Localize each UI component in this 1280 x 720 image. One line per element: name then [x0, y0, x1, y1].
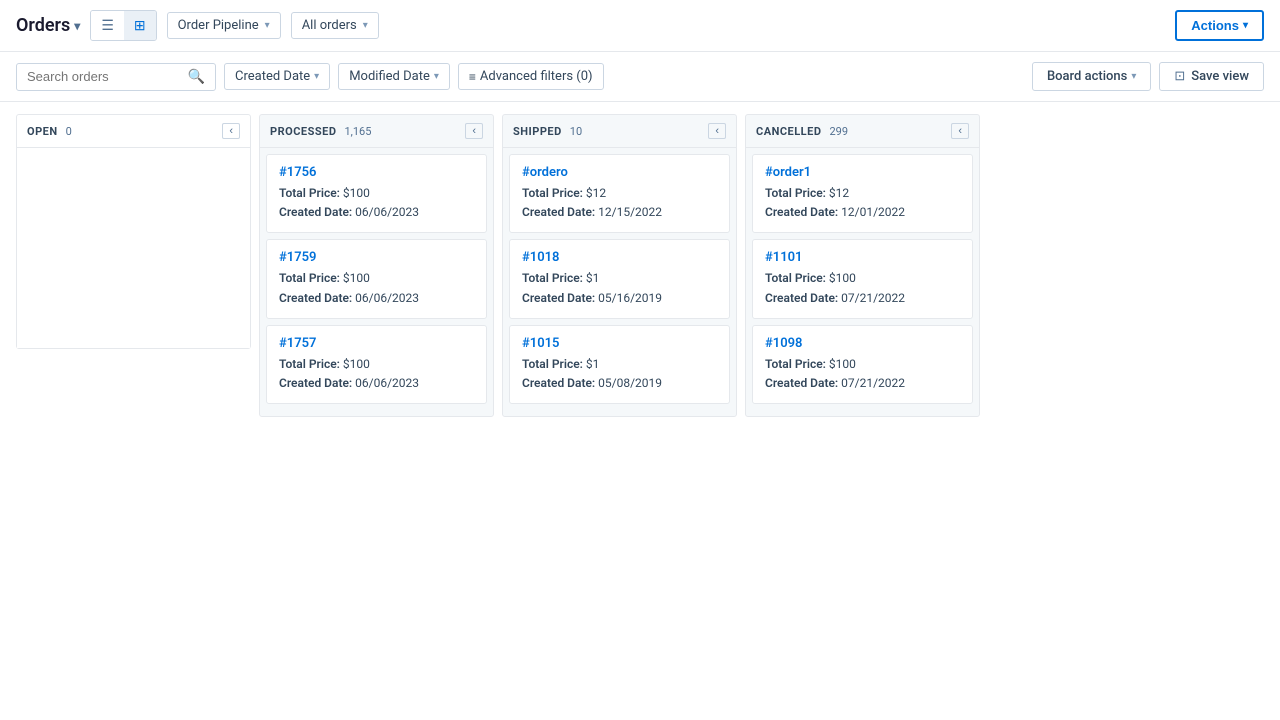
order-created-date: Created Date: 12/15/2022: [522, 203, 717, 222]
column-header-processed: PROCESSED 1,165 ‹: [260, 115, 493, 148]
column-header-open: OPEN 0 ‹: [17, 115, 250, 148]
order-card[interactable]: #1098 Total Price: $100Created Date: 07/2…: [752, 325, 973, 404]
order-total-price: Total Price: $12: [522, 184, 717, 203]
column-count-shipped: 10: [570, 125, 582, 138]
collapse-button-processed[interactable]: ‹: [465, 123, 483, 139]
order-created-date: Created Date: 12/01/2022: [765, 203, 960, 222]
order-id: #ordero: [522, 165, 717, 180]
column-body-cancelled: #order1 Total Price: $12Created Date: 12/…: [746, 148, 979, 416]
order-created-date: Created Date: 07/21/2022: [765, 374, 960, 393]
column-title-shipped: SHIPPED: [513, 125, 562, 138]
column-count-open: 0: [66, 125, 72, 138]
filter-bar-right: Board actions ▾ ⊡ Save view: [1032, 62, 1264, 91]
collapse-button-shipped[interactable]: ‹: [708, 123, 726, 139]
all-orders-label: All orders: [302, 18, 357, 33]
advanced-filters-label: Advanced filters (0): [480, 69, 593, 84]
pipeline-dropdown[interactable]: Order Pipeline ▾: [167, 12, 281, 39]
collapse-button-cancelled[interactable]: ‹: [951, 123, 969, 139]
order-created-date: Created Date: 06/06/2023: [279, 203, 474, 222]
order-created-date: Created Date: 06/06/2023: [279, 289, 474, 308]
all-orders-dropdown[interactable]: All orders ▾: [291, 12, 379, 39]
column-open: OPEN 0 ‹: [16, 114, 251, 349]
column-header-shipped: SHIPPED 10 ‹: [503, 115, 736, 148]
board-actions-arrow-icon: ▾: [1131, 71, 1136, 82]
order-id: #order1: [765, 165, 960, 180]
order-card[interactable]: #1015 Total Price: $1Created Date: 05/08/…: [509, 325, 730, 404]
order-card[interactable]: #1101 Total Price: $100Created Date: 07/2…: [752, 239, 973, 318]
actions-label: Actions: [1191, 18, 1239, 33]
top-bar: Orders ▾ ☰ ⊞ Order Pipeline ▾ All orders…: [0, 0, 1280, 52]
order-card[interactable]: #1759 Total Price: $100Created Date: 06/0…: [266, 239, 487, 318]
order-card[interactable]: #order1 Total Price: $12Created Date: 12/…: [752, 154, 973, 233]
order-id: #1757: [279, 336, 474, 351]
order-card[interactable]: #1757 Total Price: $100Created Date: 06/0…: [266, 325, 487, 404]
order-total-price: Total Price: $100: [765, 355, 960, 374]
all-orders-arrow-icon: ▾: [363, 20, 368, 31]
modified-date-arrow-icon: ▾: [434, 71, 439, 82]
board-actions-label: Board actions: [1047, 69, 1127, 84]
actions-arrow-icon: ▾: [1243, 20, 1248, 31]
order-id: #1018: [522, 250, 717, 265]
actions-button[interactable]: Actions ▾: [1175, 10, 1264, 41]
modified-date-label: Modified Date: [349, 69, 430, 84]
search-input[interactable]: [27, 69, 182, 84]
order-created-date: Created Date: 05/08/2019: [522, 374, 717, 393]
modified-date-filter[interactable]: Modified Date ▾: [338, 63, 450, 90]
order-total-price: Total Price: $100: [279, 269, 474, 288]
pipeline-label: Order Pipeline: [178, 18, 259, 33]
view-toggles: ☰ ⊞: [90, 10, 156, 41]
column-title-processed: PROCESSED: [270, 125, 337, 138]
order-card[interactable]: #1018 Total Price: $1Created Date: 05/16/…: [509, 239, 730, 318]
order-created-date: Created Date: 07/21/2022: [765, 289, 960, 308]
orders-chevron-icon: ▾: [74, 19, 80, 33]
order-id: #1756: [279, 165, 474, 180]
created-date-label: Created Date: [235, 69, 310, 84]
search-icon: 🔍: [188, 69, 205, 85]
column-title-cancelled: CANCELLED: [756, 125, 821, 138]
orders-title[interactable]: Orders ▾: [16, 15, 80, 36]
save-view-label: Save view: [1191, 69, 1249, 84]
order-id: #1098: [765, 336, 960, 351]
save-view-icon: ⊡: [1174, 69, 1185, 84]
list-view-button[interactable]: ☰: [91, 11, 124, 40]
order-created-date: Created Date: 06/06/2023: [279, 374, 474, 393]
filter-bar: 🔍 Created Date ▾ Modified Date ▾ ≡ Advan…: [0, 52, 1280, 102]
column-title-open: OPEN: [27, 125, 58, 138]
filter-lines-icon: ≡: [469, 70, 476, 84]
column-header-cancelled: CANCELLED 299 ‹: [746, 115, 979, 148]
column-count-cancelled: 299: [829, 125, 848, 138]
advanced-filters-button[interactable]: ≡ Advanced filters (0): [458, 63, 604, 90]
created-date-filter[interactable]: Created Date ▾: [224, 63, 330, 90]
pipeline-arrow-icon: ▾: [265, 20, 270, 31]
collapse-button-open[interactable]: ‹: [222, 123, 240, 139]
column-body-shipped: #ordero Total Price: $12Created Date: 12/…: [503, 148, 736, 416]
order-total-price: Total Price: $12: [765, 184, 960, 203]
board-actions-button[interactable]: Board actions ▾: [1032, 62, 1151, 91]
save-view-button[interactable]: ⊡ Save view: [1159, 62, 1264, 91]
column-cancelled: CANCELLED299‹#order1Total Price: $12Crea…: [745, 114, 980, 417]
column-processed: PROCESSED1,165‹#1756Total Price: $100Cre…: [259, 114, 494, 417]
order-total-price: Total Price: $100: [765, 269, 960, 288]
order-id: #1015: [522, 336, 717, 351]
column-count-processed: 1,165: [345, 125, 372, 138]
column-shipped: SHIPPED10‹#orderoTotal Price: $12Created…: [502, 114, 737, 417]
order-total-price: Total Price: $1: [522, 269, 717, 288]
order-total-price: Total Price: $100: [279, 355, 474, 374]
order-id: #1759: [279, 250, 474, 265]
order-id: #1101: [765, 250, 960, 265]
column-body-open: [17, 148, 250, 348]
order-card[interactable]: #ordero Total Price: $12Created Date: 12/…: [509, 154, 730, 233]
order-created-date: Created Date: 05/16/2019: [522, 289, 717, 308]
board-view-button[interactable]: ⊞: [124, 11, 156, 40]
top-bar-left: Orders ▾ ☰ ⊞ Order Pipeline ▾ All orders…: [16, 10, 379, 41]
orders-label: Orders: [16, 15, 70, 36]
column-body-processed: #1756Total Price: $100Created Date: 06/0…: [260, 148, 493, 416]
created-date-arrow-icon: ▾: [314, 71, 319, 82]
board: OPEN 0 ‹ PROCESSED 1,165 ‹ #1756 Total Price: $…: [0, 102, 1280, 429]
order-total-price: Total Price: $100: [279, 184, 474, 203]
order-total-price: Total Price: $1: [522, 355, 717, 374]
order-card[interactable]: #1756 Total Price: $100Created Date: 06/0…: [266, 154, 487, 233]
search-box: 🔍: [16, 63, 216, 91]
